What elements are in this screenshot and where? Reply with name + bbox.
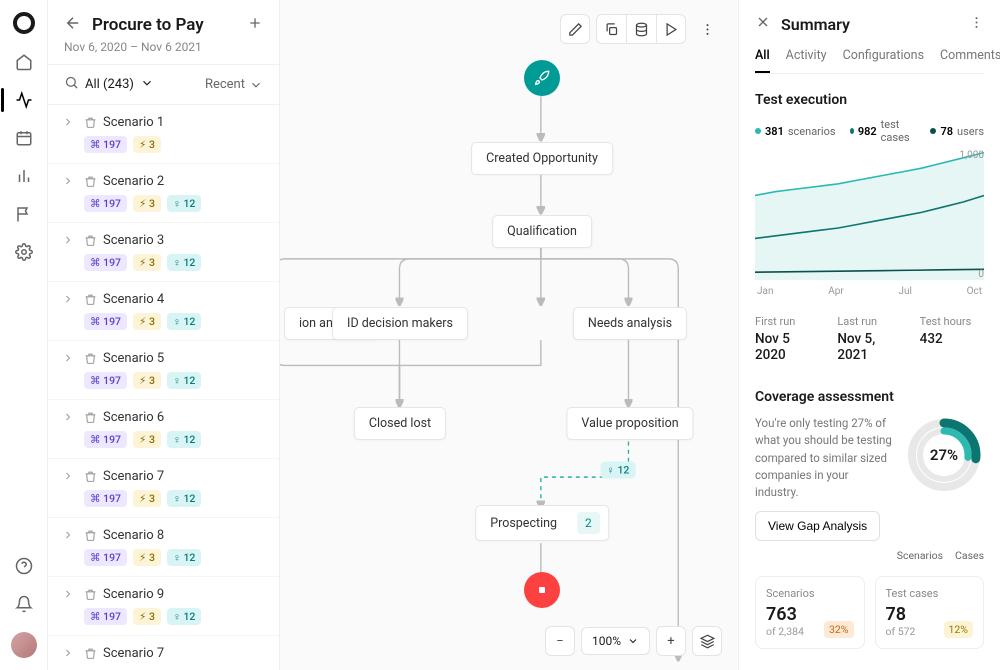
edge-label: ♀ 12: [601, 462, 636, 479]
zoom-controls: − 100% +: [545, 626, 722, 656]
stop-node[interactable]: [524, 572, 560, 608]
copy-icon[interactable]: [596, 14, 626, 44]
help-icon[interactable]: [14, 556, 34, 576]
chevron-right-icon: [62, 469, 74, 507]
bell-icon[interactable]: [14, 594, 34, 614]
scenario-item[interactable]: Scenario 9 ⌘ 197⚡︎ 3♀ 12: [48, 577, 279, 636]
scenario-item[interactable]: Scenario 7 ⌘ 197⚡︎ 3♀ 12: [48, 459, 279, 518]
back-icon[interactable]: [64, 14, 82, 36]
scenario-name: Scenario 3: [103, 233, 164, 248]
section-title: Coverage assessment: [755, 389, 984, 405]
section-title: Test execution: [755, 92, 984, 108]
scenario-item[interactable]: Scenario 3 ⌘ 197⚡︎ 3♀ 12: [48, 223, 279, 282]
scenario-name: Scenario 4: [103, 292, 164, 307]
chart-xaxis: JanAprJulOct: [755, 286, 984, 297]
chevron-right-icon: [62, 351, 74, 389]
flow-node-prospecting[interactable]: Prospecting2: [475, 505, 609, 541]
flow-node[interactable]: Value proposition: [566, 407, 693, 440]
flow-node[interactable]: Closed lost: [354, 407, 446, 440]
avatar[interactable]: [11, 632, 37, 658]
chevron-right-icon: [62, 587, 74, 625]
chevron-down-icon[interactable]: [140, 76, 154, 94]
add-icon[interactable]: [247, 15, 263, 35]
zoom-level[interactable]: 100%: [581, 627, 650, 655]
chevron-right-icon: [62, 410, 74, 448]
tab-activity[interactable]: Activity: [786, 48, 827, 73]
scenario-name: Scenario 9: [103, 587, 164, 602]
tab-configurations[interactable]: Configurations: [843, 48, 924, 73]
layers-icon[interactable]: [692, 626, 722, 656]
more-icon[interactable]: [969, 15, 984, 34]
scenario-item[interactable]: Scenario 1 ⌘ 197⚡︎ 3: [48, 105, 279, 164]
chevron-right-icon: [62, 233, 74, 271]
flow-node[interactable]: Needs analysis: [573, 307, 687, 340]
close-icon[interactable]: [755, 14, 771, 34]
flow-node[interactable]: ID decision makers: [332, 307, 468, 340]
sidebar: Procure to Pay Nov 6, 2020 – Nov 6 2021 …: [48, 0, 280, 670]
summary-panel: Summary All Activity Configurations Comment…: [738, 0, 1000, 670]
play-icon[interactable]: [656, 14, 686, 44]
coverage-text: You're only testing 27% of what you shou…: [755, 415, 892, 501]
scenario-name: Scenario 5: [103, 351, 164, 366]
filter-label[interactable]: All (243): [85, 77, 134, 92]
flow-node[interactable]: Created Opportunity: [471, 142, 613, 175]
panel-tabs: AllActivityConfigurationsComments: [755, 48, 984, 74]
scenario-list[interactable]: Scenario 1 ⌘ 197⚡︎ 3 Scenario 2 ⌘ 197⚡︎ …: [48, 105, 279, 670]
sort-dropdown[interactable]: Recent: [205, 77, 263, 92]
scenario-name: Scenario 6: [103, 410, 164, 425]
view-gap-button[interactable]: View Gap Analysis: [755, 511, 880, 541]
flow-node[interactable]: Qualification: [492, 215, 592, 248]
chevron-right-icon: [62, 115, 74, 153]
activity-icon[interactable]: [14, 90, 34, 110]
scenario-item[interactable]: Scenario 4 ⌘ 197⚡︎ 3♀ 12: [48, 282, 279, 341]
logo[interactable]: [13, 12, 35, 34]
calendar-icon[interactable]: [14, 128, 34, 148]
start-node[interactable]: [524, 60, 560, 96]
summary-cards: Scenarios 763 of 2,384 32% Test cases 78…: [755, 576, 984, 649]
tab-comments[interactable]: Comments: [940, 48, 1000, 73]
edit-icon[interactable]: [560, 14, 590, 44]
date-range: Nov 6, 2020 – Nov 6 2021: [64, 40, 263, 54]
scenario-name: Scenario 7: [103, 469, 164, 484]
home-icon[interactable]: [14, 52, 34, 72]
panel-title: Summary: [781, 15, 959, 34]
chevron-right-icon: [62, 174, 74, 212]
scenario-name: Scenario 2: [103, 174, 164, 189]
chevron-right-icon: [62, 646, 74, 667]
flag-icon[interactable]: [14, 204, 34, 224]
chart-icon[interactable]: [14, 166, 34, 186]
scenario-name: Scenario 8: [103, 528, 164, 543]
page-title: Procure to Pay: [92, 15, 237, 35]
summary-card[interactable]: Test cases 78 of 572 12%: [875, 576, 985, 649]
summary-card[interactable]: Scenarios 763 of 2,384 32%: [755, 576, 865, 649]
canvas-area[interactable]: Created Opportunity Qualification ion an…: [280, 0, 738, 670]
chart-legend: 381 scenarios982 test cases78 users: [755, 118, 984, 144]
scenario-item[interactable]: Scenario 8 ⌘ 197⚡︎ 3♀ 12: [48, 518, 279, 577]
run-stats: First runNov 5 2020Last runNov 5, 2021Te…: [755, 315, 984, 363]
canvas-toolbar: [560, 14, 722, 44]
scenario-item[interactable]: Scenario 2 ⌘ 197⚡︎ 3♀ 12: [48, 164, 279, 223]
zoom-in-button[interactable]: +: [656, 626, 686, 656]
gear-icon[interactable]: [14, 242, 34, 262]
scenario-name: Scenario 7: [103, 646, 164, 661]
coverage-legend: ScenariosCases: [755, 549, 984, 562]
more-icon[interactable]: [692, 14, 722, 44]
data-icon[interactable]: [626, 14, 656, 44]
chevron-right-icon: [62, 292, 74, 330]
scenario-item[interactable]: Scenario 5 ⌘ 197⚡︎ 3♀ 12: [48, 341, 279, 400]
zoom-out-button[interactable]: −: [545, 626, 575, 656]
coverage-donut: 27%: [904, 415, 984, 495]
scenario-name: Scenario 1: [103, 115, 164, 130]
chevron-right-icon: [62, 528, 74, 566]
scenario-item[interactable]: Scenario 7: [48, 636, 279, 670]
nav-rail: [0, 0, 48, 670]
test-exec-chart: 1,000 0: [755, 150, 984, 280]
search-icon[interactable]: [64, 75, 79, 94]
scenario-item[interactable]: Scenario 6 ⌘ 197⚡︎ 3♀ 12: [48, 400, 279, 459]
tab-all[interactable]: All: [755, 48, 770, 73]
